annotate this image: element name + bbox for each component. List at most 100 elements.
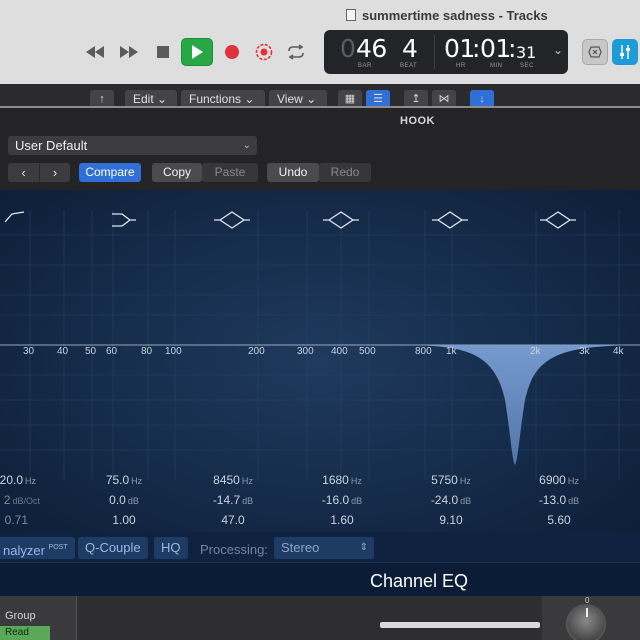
band-3-frequency[interactable]: 8450 Hz xyxy=(193,473,273,487)
band-6-q[interactable]: 5.60 xyxy=(519,513,599,527)
lcd-colon: : xyxy=(472,34,480,63)
lcd-bar-caption: BAR xyxy=(358,63,372,69)
low-latency-icon xyxy=(588,46,602,58)
eq-bottom-controls: nalyzer POST Q-Couple HQ Processing: Ste… xyxy=(0,532,640,562)
band-3-q[interactable]: 47.0 xyxy=(193,513,273,527)
lcd-mode-chevron-icon[interactable]: ⌄ xyxy=(553,43,563,57)
band-2-gain[interactable]: 0.0 dB xyxy=(84,493,164,507)
replace-record-button[interactable] xyxy=(249,38,279,66)
automation-read-button[interactable]: Read xyxy=(0,626,50,640)
lcd-beat: 4 xyxy=(402,34,418,63)
plugin-name-bar: Channel EQ xyxy=(0,562,640,598)
mixer-toggle-button[interactable] xyxy=(612,39,638,65)
compare-button[interactable]: Compare xyxy=(79,163,141,182)
cycle-button[interactable] xyxy=(281,38,311,66)
freq-label: 800 xyxy=(415,346,432,357)
band-1-frequency[interactable]: 20.0 Hz xyxy=(0,473,36,487)
freq-label: 300 xyxy=(297,346,314,357)
replace-record-icon xyxy=(255,43,273,61)
control-bar: summertime sadness - Tracks 0 46 BAR 4 B… xyxy=(0,0,640,84)
cycle-icon xyxy=(288,44,304,60)
freq-label: 4k xyxy=(613,346,624,357)
band-6-gain[interactable]: -13.0 dB xyxy=(519,493,599,507)
q-couple-button[interactable]: Q-Couple xyxy=(78,537,148,559)
plugin-name: Channel EQ xyxy=(370,571,469,591)
low-latency-button[interactable] xyxy=(582,39,608,65)
freq-label: 30 xyxy=(23,346,35,357)
sliders-icon xyxy=(620,45,630,59)
freq-label: 40 xyxy=(57,346,69,357)
freq-label: 400 xyxy=(331,346,348,357)
band-5-frequency[interactable]: 5750 Hz xyxy=(411,473,491,487)
lcd-display[interactable]: 0 46 BAR 4 BEAT 01 : 01 : 31 HR MIN SEC xyxy=(324,30,568,74)
processing-select[interactable]: Stereo ⇕ xyxy=(274,537,374,559)
band-1-q[interactable]: 0.71 xyxy=(0,513,28,527)
horizontal-scrollbar[interactable] xyxy=(380,622,540,628)
lcd-beat-caption: BEAT xyxy=(400,63,418,69)
logic-pro-window: summertime sadness - Tracks 0 46 BAR 4 B… xyxy=(0,0,640,640)
band-4-q[interactable]: 1.60 xyxy=(302,513,382,527)
chevron-down-icon: ⌄ xyxy=(157,92,168,106)
lcd-sec-caption: SEC xyxy=(520,63,534,69)
plugin-header: HOOK User Default ⌄ ‹ › Compare Copy Pas… xyxy=(0,108,640,190)
freq-label: 2k xyxy=(530,346,541,357)
lcd-bar-ghost: 0 xyxy=(340,34,356,63)
rewind-button[interactable] xyxy=(80,38,110,66)
tracks-area-peek xyxy=(76,596,542,640)
undo-button[interactable]: Undo xyxy=(267,163,319,182)
preset-nav: ‹ › xyxy=(8,163,70,182)
knob-indicator xyxy=(586,608,588,617)
lcd-seconds: 31 xyxy=(516,43,537,62)
lcd-bar: 46 xyxy=(356,34,387,63)
freq-label: 3k xyxy=(579,346,590,357)
lcd-separator xyxy=(434,35,435,69)
window-title: summertime sadness - Tracks xyxy=(362,8,548,23)
freq-label: 200 xyxy=(248,346,265,357)
band-5-q[interactable]: 9.10 xyxy=(411,513,491,527)
freq-label: 1k xyxy=(446,346,457,357)
plugin-track-name: HOOK xyxy=(400,115,435,127)
chevron-down-icon: ⌄ xyxy=(306,92,317,106)
processing-label: Processing: xyxy=(200,542,268,557)
chevron-up-down-icon: ⌄ xyxy=(242,140,251,151)
tracks-menu-strip: ↑ Edit ⌄ Functions ⌄ View ⌄ ▦ ☰ ↥ ⋈ ↓ xyxy=(0,84,640,108)
band-5-gain[interactable]: -24.0 dB xyxy=(411,493,491,507)
next-preset-button[interactable]: › xyxy=(39,163,70,182)
fast-forward-button[interactable] xyxy=(114,38,144,66)
stop-icon xyxy=(157,46,169,58)
band-6-frequency[interactable]: 6900 Hz xyxy=(519,473,599,487)
redo-button[interactable]: Redo xyxy=(319,163,371,182)
previous-preset-button[interactable]: ‹ xyxy=(8,163,39,182)
hq-button[interactable]: HQ xyxy=(154,537,188,559)
lcd-colon-2: : xyxy=(508,34,516,63)
paste-button[interactable]: Paste xyxy=(202,163,258,182)
eq-graph[interactable]: 30 40 50 60 80 100 200 300 400 500 800 1… xyxy=(0,190,640,570)
stop-button[interactable] xyxy=(148,38,178,66)
band-4-gain[interactable]: -16.0 dB xyxy=(302,493,382,507)
band-2-q[interactable]: 1.00 xyxy=(84,513,164,527)
freq-label: 60 xyxy=(106,346,118,357)
preset-dropdown[interactable]: User Default ⌄ xyxy=(8,136,257,155)
pan-knob[interactable] xyxy=(566,604,606,640)
lcd-minutes: 01 xyxy=(480,34,511,63)
group-label[interactable]: Group xyxy=(5,610,36,622)
play-icon xyxy=(192,45,203,59)
freq-label: 500 xyxy=(359,346,376,357)
lcd-hr-caption: HR xyxy=(456,63,466,69)
chevron-up-down-icon: ⇕ xyxy=(359,542,368,553)
mixer-strip-peek: Group Read 0 xyxy=(0,596,640,640)
play-button[interactable] xyxy=(181,38,213,66)
band-1-slope[interactable]: 2 dB/Oct xyxy=(0,493,40,507)
freq-label: 100 xyxy=(165,346,182,357)
lcd-hours: 01 xyxy=(444,34,475,63)
rewind-icon xyxy=(86,46,104,58)
band-2-frequency[interactable]: 75.0 Hz xyxy=(84,473,164,487)
record-button[interactable] xyxy=(217,38,247,66)
band-3-gain[interactable]: -14.7 dB xyxy=(193,493,273,507)
freq-label: 50 xyxy=(85,346,97,357)
freq-label: 80 xyxy=(141,346,153,357)
copy-button[interactable]: Copy xyxy=(152,163,202,182)
channel-eq-plugin-window: HOOK User Default ⌄ ‹ › Compare Copy Pas… xyxy=(0,106,640,598)
analyzer-button[interactable]: nalyzer POST xyxy=(0,537,75,559)
band-4-frequency[interactable]: 1680 Hz xyxy=(302,473,382,487)
